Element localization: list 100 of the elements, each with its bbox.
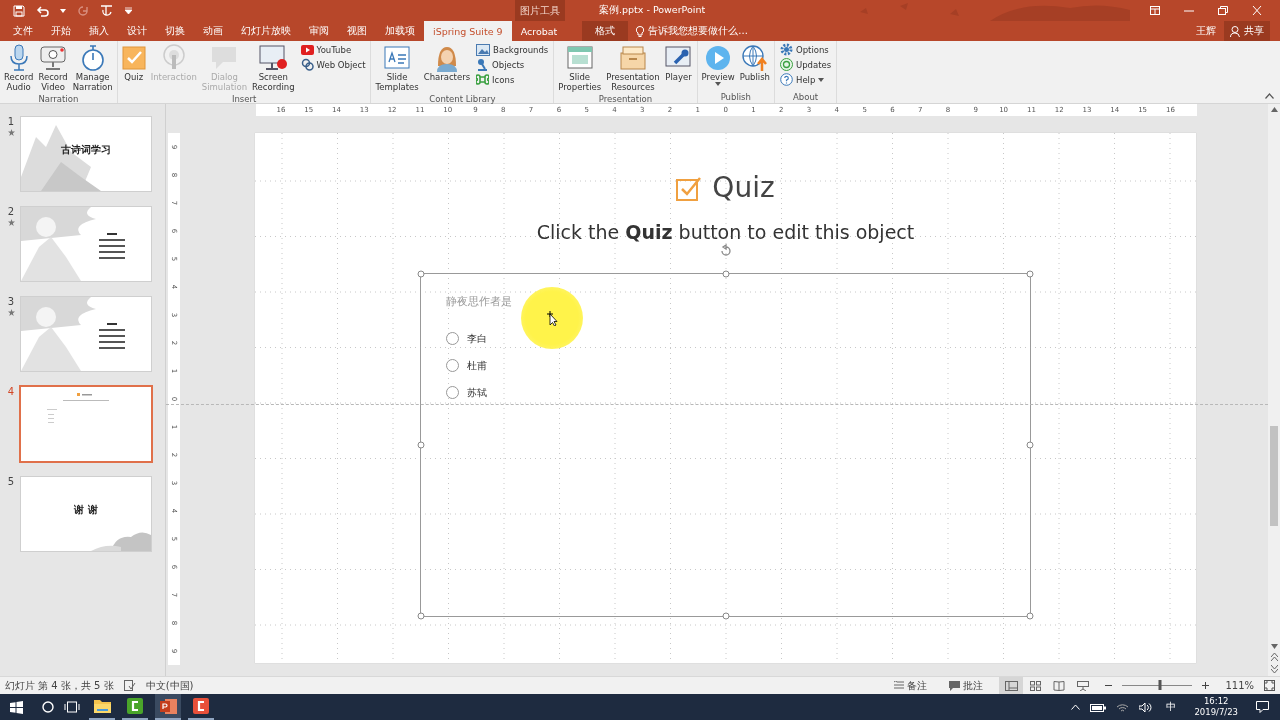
presenter-icon <box>1077 680 1090 691</box>
ribbon-button[interactable]: Web Object <box>300 58 366 71</box>
resize-handle[interactable] <box>417 270 425 278</box>
poem-text-drawing <box>99 323 125 349</box>
fit-to-window-icon[interactable] <box>1264 680 1275 691</box>
app-icon <box>193 698 209 714</box>
task-view-icon[interactable] <box>64 701 80 713</box>
resize-handle[interactable] <box>417 441 425 449</box>
clock-time[interactable]: 16:12 <box>1203 696 1229 707</box>
close-icon[interactable] <box>1252 6 1262 15</box>
spellcheck-icon[interactable] <box>123 680 136 691</box>
undo-icon[interactable] <box>36 4 49 17</box>
ribbon-tab[interactable]: Acrobat <box>511 21 567 41</box>
start-icon[interactable] <box>10 700 23 714</box>
volume-icon[interactable] <box>1139 701 1154 713</box>
slide-thumbnail[interactable] <box>20 206 152 282</box>
notes-button[interactable]: 备注 <box>888 678 934 693</box>
ribbon-button[interactable]: Record Video <box>36 43 70 93</box>
language-label[interactable]: 中文(中国) <box>145 678 194 693</box>
share-button[interactable]: 共享 <box>1224 21 1270 41</box>
ribbon-tab[interactable]: 插入 <box>80 21 118 41</box>
slide-thumbnail[interactable] <box>20 296 152 372</box>
ribbon-options-icon[interactable] <box>1150 6 1160 15</box>
slide-thumbnail[interactable] <box>19 385 153 463</box>
poem-text-drawing <box>99 233 125 259</box>
caret-icon <box>715 82 722 86</box>
ribbon-button[interactable]: Quiz <box>119 43 148 93</box>
presentation-app-icon <box>159 698 177 714</box>
ribbon-tab[interactable]: 开始 <box>42 21 80 41</box>
notes-icon <box>894 681 905 690</box>
quiz-slide-drawing <box>47 393 109 423</box>
ribbon-tab[interactable]: 文件 <box>4 21 42 41</box>
restore-icon[interactable] <box>1218 6 1228 15</box>
ribbon-button[interactable]: Backgrounds <box>476 43 549 56</box>
tell-me-field[interactable]: 告诉我您想要做什么... <box>648 24 748 38</box>
ribbon-tab[interactable]: 审阅 <box>300 21 338 41</box>
ribbon-tab[interactable]: 切换 <box>156 21 194 41</box>
clock-date[interactable]: 2019/7/23 <box>1194 707 1238 718</box>
rotate-handle-icon[interactable] <box>719 244 733 258</box>
ribbon-button[interactable]: Updates <box>780 58 832 71</box>
customize-icon[interactable] <box>125 7 132 14</box>
ribbon-tab[interactable]: 动画 <box>194 21 232 41</box>
ribbon-button[interactable]: Slide Templates <box>373 43 421 93</box>
radio-button[interactable] <box>446 386 459 399</box>
save-icon[interactable] <box>13 4 25 17</box>
ribbon-button[interactable]: Record Audio <box>2 43 36 93</box>
ribbon-button[interactable]: Manage Narration <box>70 43 115 93</box>
zoom-in-icon[interactable] <box>1202 682 1210 689</box>
ribbon-tab[interactable]: 视图 <box>338 21 376 41</box>
zoom-out-icon[interactable] <box>1105 682 1113 689</box>
previous-slide-icon[interactable] <box>1270 653 1278 661</box>
ribbon-button[interactable]: Slide Properties <box>556 43 604 93</box>
ribbon-tab[interactable]: iSpring Suite 9 <box>424 21 512 41</box>
ribbon-tab[interactable]: 格式 <box>582 21 629 41</box>
wifi-icon[interactable] <box>1116 701 1130 713</box>
ribbon-button[interactable]: Publish <box>737 43 772 91</box>
scroll-thumb[interactable] <box>1270 426 1278 526</box>
ribbon-tab[interactable]: 幻灯片放映 <box>232 21 300 41</box>
ribbon-button[interactable]: Help <box>780 73 832 86</box>
collapse-ribbon-icon[interactable] <box>1265 93 1274 99</box>
resize-handle[interactable] <box>1026 612 1034 620</box>
next-slide-icon[interactable] <box>1270 665 1278 673</box>
ribbon-button[interactable]: YouTube <box>300 43 366 56</box>
view-button[interactable] <box>999 677 1024 694</box>
ribbon-button[interactable]: Player <box>662 43 695 93</box>
user-name[interactable]: 王辉 <box>1196 24 1216 38</box>
resize-handle[interactable] <box>1026 270 1034 278</box>
ribbon-button[interactable]: Preview <box>699 43 737 91</box>
resize-handle[interactable] <box>1026 441 1034 449</box>
input-method-indicator[interactable]: 中 <box>1166 700 1177 714</box>
ribbon-tab[interactable]: 加载项 <box>376 21 424 41</box>
zoom-slider-thumb[interactable] <box>1158 680 1162 690</box>
notification-icon[interactable] <box>1256 701 1269 713</box>
slide-number: 2 <box>7 206 15 217</box>
touch-mode-icon[interactable] <box>100 4 114 17</box>
ribbon-button[interactable]: Presentation Resources <box>604 43 662 93</box>
radio-button[interactable] <box>446 332 459 345</box>
group-label: Publish <box>719 91 752 103</box>
ribbon-tab[interactable]: 设计 <box>118 21 156 41</box>
ribbon-button[interactable]: Options <box>780 43 832 56</box>
ribbon-button[interactable]: Characters <box>421 43 473 93</box>
chevron-up-icon[interactable] <box>1071 704 1081 710</box>
resize-handle[interactable] <box>417 612 425 620</box>
ribbon-button[interactable]: Icons <box>476 73 549 86</box>
ribbon-button[interactable]: Screen Recording <box>250 43 297 93</box>
battery-icon[interactable] <box>1090 702 1107 712</box>
comments-button[interactable]: 批注 <box>943 678 990 693</box>
slide-thumbnail[interactable]: 古诗词学习 <box>20 116 152 192</box>
caret-icon[interactable] <box>60 8 66 13</box>
ribbon-button[interactable]: Objects <box>476 58 549 71</box>
scroll-down-icon[interactable] <box>1270 644 1278 649</box>
resize-handle[interactable] <box>722 612 729 620</box>
search-icon[interactable] <box>42 701 54 713</box>
slide-thumbnail[interactable]: 谢 谢 <box>20 476 152 552</box>
scroll-up-icon[interactable] <box>1270 107 1278 112</box>
zoom-level[interactable]: 111% <box>1225 680 1254 691</box>
radio-button[interactable] <box>446 359 459 372</box>
scrollbar[interactable] <box>1268 104 1280 676</box>
resize-handle[interactable] <box>722 270 729 278</box>
quiz-object-frame[interactable]: 静夜思作者是 李白 杜甫 苏轼 <box>420 273 1031 617</box>
